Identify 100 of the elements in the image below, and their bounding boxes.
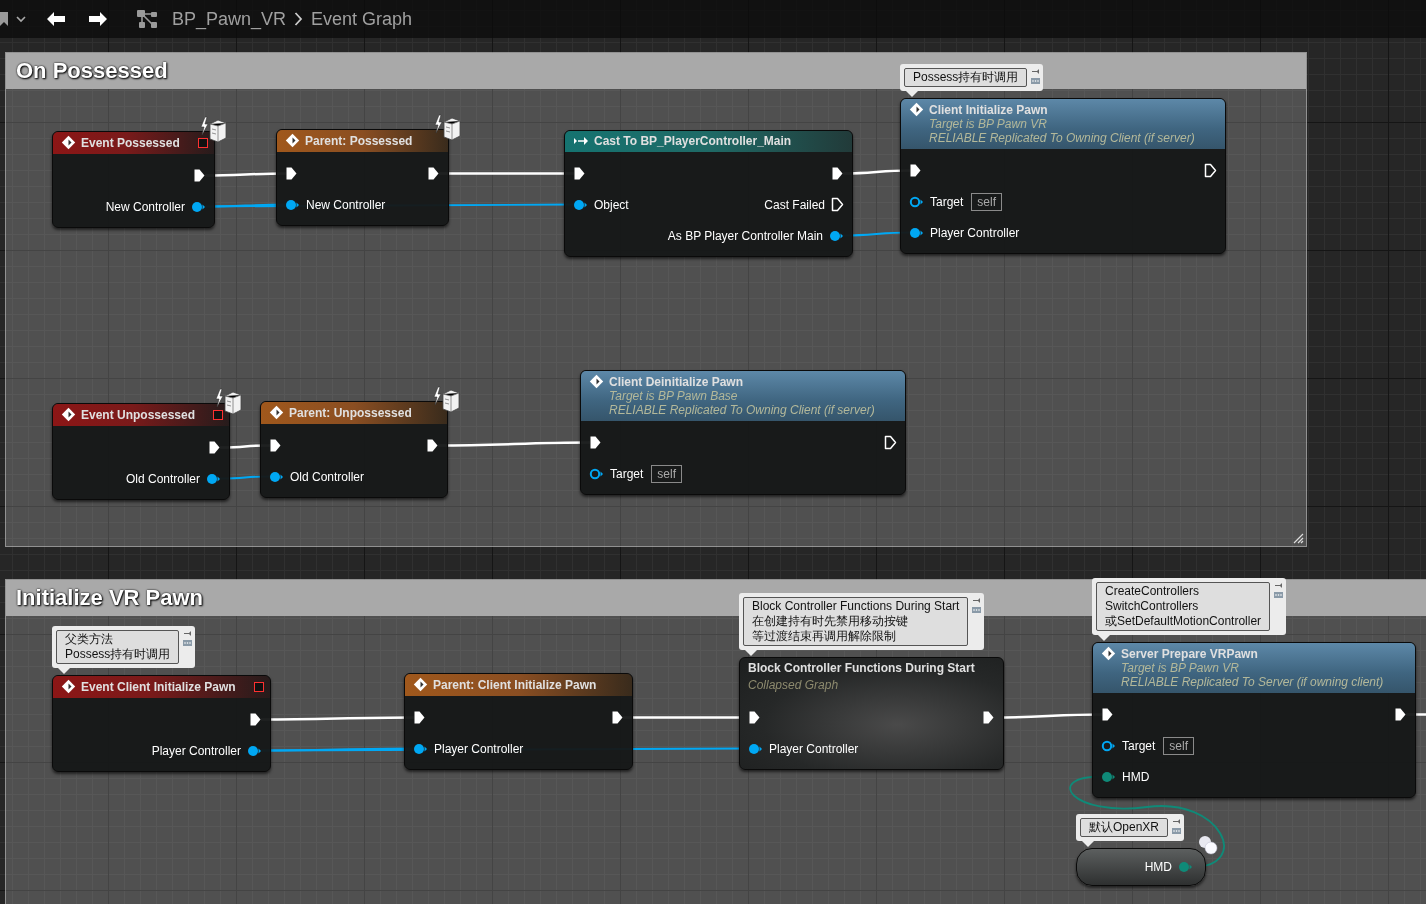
node-header[interactable]: Event Client Initialize Pawn [53,676,270,698]
exec-pin-icon[interactable] [249,712,262,727]
node-header[interactable]: Event Unpossessed [53,404,229,426]
spheres-icon [1196,834,1220,856]
data-pin-icon[interactable] [829,228,844,243]
comment-text-box[interactable]: 默认OpenXR [1080,818,1169,837]
data-pin-icon[interactable] [573,197,588,212]
parent-call-node[interactable]: Parent: Client Initialize Pawn Player Controller [404,673,633,770]
comment-line: 默认OpenXR [1089,820,1160,835]
diamond-icon [1101,646,1116,661]
data-pin-icon[interactable] [748,741,763,756]
function-call-node[interactable]: Client Deinitialize Pawn Target is BP Pawn Base RELIABLE Replicated To Owning Client (if server) Target self [580,370,906,495]
parent-call-node[interactable]: Parent: Possessed New Controller [276,129,449,226]
data-pin-icon[interactable] [1101,738,1116,753]
delegate-pin-icon[interactable] [198,138,208,148]
exec-pin-icon[interactable] [1101,707,1114,722]
node-header[interactable]: Cast To BP_PlayerController_Main [565,131,852,152]
comment-text-box[interactable]: Possess持有时调用 [904,68,1028,87]
exec-pin-icon[interactable] [285,166,298,181]
comment-line: Possess持有时调用 [65,647,171,662]
resize-handle-icon[interactable] [1292,532,1304,544]
comment-line: Block Controller Functions During Start [752,599,960,614]
event-node[interactable]: Event Client Initialize Pawn Player Controller [52,675,271,772]
data-pin-icon[interactable] [269,469,284,484]
exec-pin-icon[interactable] [748,710,761,725]
delegate-pin-icon[interactable] [254,682,264,692]
comment-line: Possess持有时调用 [913,70,1019,85]
comment-line: SwitchControllers [1105,599,1200,614]
comment-line: 等过渡结束再调用解除限制 [752,629,897,644]
cast-node[interactable]: Cast To BP_PlayerController_Main Object Cast Failed As BP Player Controller Main [564,130,853,257]
data-pin-icon[interactable] [909,194,924,209]
pin-label: As BP Player Controller Main [667,228,823,243]
exec-pin-icon[interactable] [269,438,282,453]
node-header[interactable]: Parent: Client Initialize Pawn [405,674,632,696]
data-pin-icon[interactable] [247,743,262,758]
event-node[interactable]: Event Possessed New Controller [52,131,215,228]
pin-icon[interactable] [1274,581,1284,590]
exec-pin-icon[interactable] [193,168,206,183]
node-title: Block Controller Functions During Start [748,661,975,675]
node-title: Parent: Unpossessed [289,405,412,420]
data-pin-icon[interactable] [285,197,300,212]
function-call-node[interactable]: Client Initialize Pawn Target is BP Pawn VR RELIABLE Replicated To Owning Client (if server) Target self Player Controller [900,98,1226,254]
exec-pin-icon[interactable] [1394,707,1407,722]
pin-icon[interactable] [972,596,982,605]
pin-label: Player Controller [769,741,859,756]
breadcrumb-link[interactable]: BP_Pawn_VR [170,8,289,30]
back-arrow-icon[interactable] [46,11,66,27]
chevron-down-icon[interactable] [16,15,26,23]
forward-arrow-icon[interactable] [88,11,108,27]
collapsed-graph-node[interactable]: Block Controller Functions During Start Collapsed Graph Player Controller [739,657,1004,770]
node-subtitle: Target is BP Pawn VR [928,117,1048,131]
cast-arrow-icon [573,136,589,146]
exec-pin-icon[interactable] [1204,163,1217,178]
bookmark-icon[interactable] [0,11,10,27]
node-title: Client Deinitialize Pawn [609,374,744,389]
pin-icon[interactable] [1031,67,1041,76]
pin-icon[interactable] [183,629,193,638]
data-pin-icon[interactable] [413,741,428,756]
node-header[interactable]: Event Possessed [53,132,214,154]
data-pin-icon[interactable] [909,225,924,240]
pin-label: Player Controller [930,225,1020,240]
event-node[interactable]: Event Unpossessed Old Controller [52,403,230,500]
parent-call-node[interactable]: Parent: Unpossessed Old Controller [260,401,448,498]
data-pin-icon[interactable] [191,199,206,214]
exec-pin-icon[interactable] [909,163,922,178]
exec-pin-icon[interactable] [831,166,844,181]
node-header[interactable]: Parent: Unpossessed [261,402,447,424]
data-pin-icon[interactable] [589,466,604,481]
exec-pin-icon[interactable] [413,710,426,725]
comment-text-box[interactable]: Block Controller Functions During Start 在创建持有时先禁用移动按键 等过渡结束再调用解除限制 [743,597,969,646]
pin-icon[interactable] [1172,817,1182,826]
node-title: Server Prepare VRPawn [1121,646,1258,661]
node-header[interactable]: Parent: Possessed [277,130,448,152]
function-call-node[interactable]: Server Prepare VRPawn Target is BP Pawn VR RELIABLE Replicated To Server (if owning client) Target self HMD [1092,642,1416,798]
exec-pin-icon[interactable] [884,435,897,450]
data-pin-icon[interactable] [206,471,221,486]
delegate-pin-icon[interactable] [213,410,223,420]
pin-label: Old Controller [125,471,200,486]
exec-pin-icon[interactable] [427,166,440,181]
node-subtitle: Target is BP Pawn Base [608,389,739,403]
exec-pin-icon[interactable] [611,710,624,725]
node-subtitle: RELIABLE Replicated To Owning Client (if server) [608,403,876,417]
diamond-icon [909,102,924,117]
default-value-field[interactable]: self [1163,736,1195,755]
data-pin-icon[interactable] [1101,769,1116,784]
exec-pin-icon[interactable] [589,435,602,450]
breadcrumb-link[interactable]: Event Graph [309,8,415,30]
variable-node[interactable]: HMD [1076,848,1206,886]
exec-pin-icon[interactable] [426,438,439,453]
exec-pin-icon[interactable] [831,197,844,212]
comment-text-box[interactable]: 父类方法 Possess持有时调用 [56,630,180,664]
exec-pin-icon[interactable] [982,710,995,725]
pin-label: Old Controller [290,469,365,484]
exec-pin-icon[interactable] [573,166,586,181]
default-value-field[interactable]: self [971,192,1003,211]
exec-pin-icon[interactable] [208,440,221,455]
comment-text-box[interactable]: CreateControllers SwitchControllers 或SetDefaultMotionController [1096,582,1271,631]
default-value-field[interactable]: self [651,464,683,483]
chevron-right-icon [294,11,304,27]
node-subtitle: RELIABLE Replicated To Server (if owning client) [1120,675,1385,689]
